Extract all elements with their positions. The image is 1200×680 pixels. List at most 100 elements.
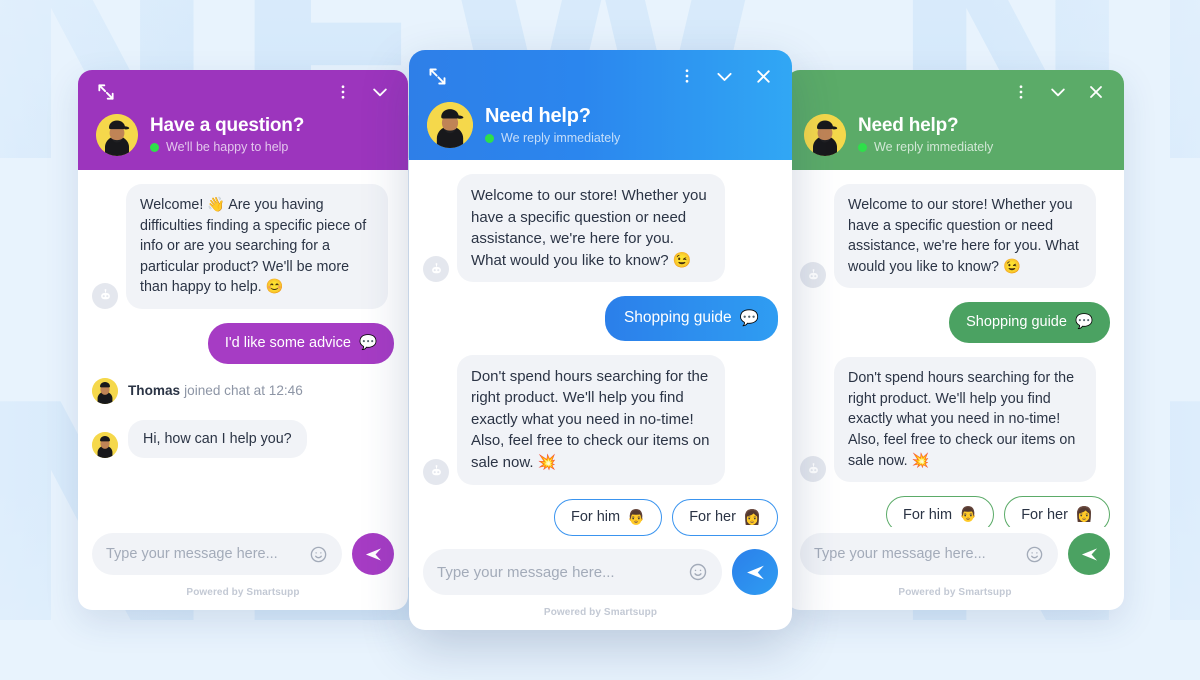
close-x-icon[interactable]: [1086, 82, 1106, 102]
status-text: We'll be happy to help: [166, 140, 289, 155]
status-text: We reply immediately: [874, 140, 994, 155]
online-dot-icon: [150, 142, 159, 152]
bot-avatar-icon: [800, 262, 826, 289]
chevron-down-icon[interactable]: [1048, 82, 1068, 102]
message-row-bot: Don't spend hours searching for the righ…: [800, 357, 1110, 483]
page-title: Need help?: [485, 105, 591, 127]
joined-text: joined chat at 12:46: [184, 383, 303, 399]
header-identity: Need help? We reply immediately: [804, 114, 1106, 156]
message-text: Shopping guide: [623, 309, 732, 327]
header-text: Have a question? We'll be happy to help: [150, 114, 305, 154]
status-text: We reply immediately: [501, 131, 621, 145]
close-x-icon[interactable]: [753, 66, 774, 87]
kebab-menu-icon[interactable]: [1012, 83, 1030, 101]
man-emoji: 👨: [959, 507, 978, 524]
message-input-placeholder: Type your message here...: [106, 546, 278, 562]
send-paper-plane-icon[interactable]: [352, 533, 394, 575]
status-line: We'll be happy to help: [150, 140, 304, 154]
message-input-placeholder: Type your message here...: [814, 546, 986, 562]
message-bubble: Welcome to our store! Whether you have a…: [834, 184, 1096, 289]
smiley-icon[interactable]: [309, 545, 328, 564]
message-bubble: Don't spend hours searching for the righ…: [834, 357, 1096, 483]
page-title: Need help?: [858, 114, 959, 136]
header-text: Need help? We reply immediately: [858, 114, 994, 155]
message-bubble-outgoing: Shopping guide 💬: [949, 302, 1110, 344]
send-paper-plane-icon[interactable]: [732, 549, 778, 595]
quick-reply-label: For him: [570, 509, 621, 526]
bot-avatar-icon: [92, 282, 118, 309]
message-text: Shopping guide: [966, 314, 1067, 331]
message-row-user: I'd like some advice 💬: [92, 322, 394, 364]
powered-by-label: Powered by Smartsupp: [543, 607, 658, 618]
message-bubble: Hi, how can I help you?: [128, 419, 307, 459]
message-row-bot: Don't spend hours searching for the righ…: [423, 354, 778, 485]
message-bubble-outgoing: I'd like some advice 💬: [207, 322, 394, 364]
system-joined-notice: Thomas joined chat at 12:46: [92, 377, 394, 404]
speech-bubble-emoji: 💬: [739, 309, 759, 328]
bot-avatar-icon: [423, 256, 449, 283]
header-toolbar: [96, 70, 390, 114]
header-identity: Have a question? We'll be happy to help: [96, 114, 390, 156]
composer-blue: Type your message here...: [409, 543, 792, 599]
expand-arrows-icon[interactable]: [427, 66, 448, 87]
conversation-green: Welcome to our store! Whether you have a…: [786, 170, 1124, 527]
man-emoji: 👨: [627, 509, 646, 526]
quick-reply-for-him[interactable]: For him 👨: [553, 498, 663, 536]
quick-reply-for-her[interactable]: For her 👩: [672, 498, 778, 536]
quick-reply-label: For her: [1021, 506, 1068, 523]
header-text: Need help? We reply immediately: [485, 105, 620, 145]
chat-widget-purple: Have a question? We'll be happy to help: [78, 70, 408, 610]
quick-replies-green: For him 👨 For her 👩: [800, 496, 1110, 527]
powered-by-label: Powered by Smartsupp: [898, 587, 1012, 598]
speech-bubble-emoji: 💬: [358, 334, 377, 351]
message-row-user: Shopping guide 💬: [800, 302, 1110, 344]
avatar: [96, 114, 138, 156]
composer-purple: Type your message here...: [78, 527, 408, 579]
quick-reply-for-her[interactable]: For her 👩: [1004, 496, 1110, 527]
header-identity: Need help? We reply immediately: [427, 102, 774, 148]
woman-emoji: 👩: [1074, 507, 1093, 524]
avatar: [804, 114, 846, 156]
expand-arrows-icon[interactable]: [96, 82, 116, 102]
agent-avatar: [92, 377, 118, 404]
quick-reply-for-him[interactable]: For him 👨: [885, 496, 995, 527]
bot-avatar-icon: [800, 456, 826, 483]
quick-reply-label: For her: [689, 509, 736, 526]
smiley-icon[interactable]: [1025, 545, 1044, 564]
conversation-purple: Welcome! 👋 Are you having difficulties f…: [78, 170, 408, 527]
message-input[interactable]: Type your message here...: [423, 549, 722, 595]
bot-avatar-icon: [423, 458, 449, 485]
agent-avatar: [92, 432, 118, 459]
agent-name: Thomas: [128, 383, 181, 399]
message-input[interactable]: Type your message here...: [92, 533, 342, 575]
message-input-placeholder: Type your message here...: [437, 563, 615, 581]
screenshot-stage: NEW NEW NEW NEW: [0, 0, 1200, 680]
kebab-menu-icon[interactable]: [334, 83, 352, 101]
message-bubble: Welcome to our store! Whether you have a…: [457, 174, 725, 283]
page-title: Have a question?: [150, 114, 305, 136]
chat-header-purple: Have a question? We'll be happy to help: [78, 70, 408, 170]
powered-by-label: Powered by Smartsupp: [186, 587, 300, 598]
kebab-menu-icon[interactable]: [678, 67, 696, 85]
message-row-user: Shopping guide 💬: [423, 296, 778, 341]
chevron-down-icon[interactable]: [370, 82, 390, 102]
woman-emoji: 👩: [742, 509, 761, 526]
quick-replies-blue: For him 👨 For her 👩: [423, 498, 778, 536]
avatar: [427, 102, 473, 148]
chevron-down-icon[interactable]: [714, 66, 735, 87]
chat-widget-blue: Need help? We reply immediately Welcome …: [409, 50, 792, 630]
message-row-bot: Welcome! 👋 Are you having difficulties f…: [92, 184, 394, 309]
message-row-bot: Welcome to our store! Whether you have a…: [423, 174, 778, 283]
smiley-icon[interactable]: [688, 562, 708, 582]
online-dot-icon: [485, 133, 494, 143]
status-line: We reply immediately: [485, 131, 620, 145]
send-paper-plane-icon[interactable]: [1068, 533, 1110, 575]
speech-bubble-emoji: 💬: [1074, 314, 1093, 331]
conversation-blue: Welcome to our store! Whether you have a…: [409, 160, 792, 543]
message-text: I'd like some advice: [224, 334, 351, 351]
message-row-agent: Hi, how can I help you?: [92, 419, 394, 459]
header-toolbar: [804, 70, 1106, 114]
composer-green: Type your message here...: [786, 527, 1124, 579]
header-toolbar: [427, 50, 774, 102]
message-input[interactable]: Type your message here...: [800, 533, 1058, 575]
